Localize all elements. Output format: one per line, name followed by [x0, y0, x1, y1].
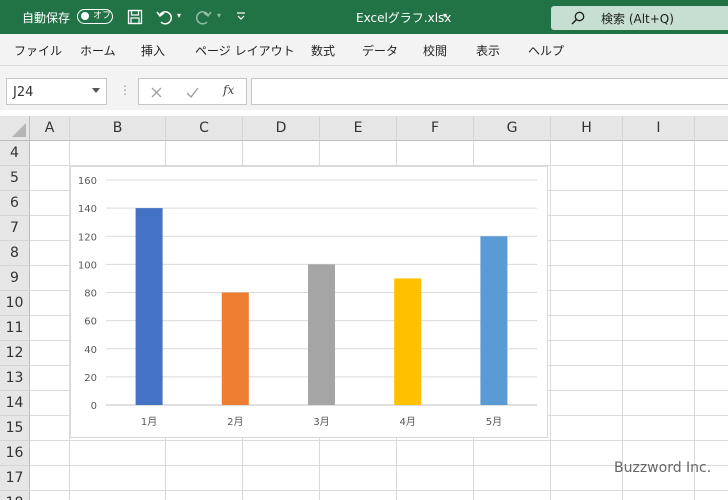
row-header-5[interactable]: 5	[0, 166, 30, 191]
bar-2	[221, 292, 249, 405]
y-tick-label: 120	[78, 232, 97, 243]
y-tick-label: 100	[78, 260, 97, 271]
filename-dropdown-icon[interactable]: ▾	[443, 11, 447, 20]
formula-buttons: fx	[138, 78, 247, 105]
tab-help[interactable]: ヘルプ	[528, 42, 564, 59]
col-header-e[interactable]: E	[320, 116, 397, 141]
name-box-dropdown-icon[interactable]	[92, 88, 100, 93]
title-bar: 自動保存 オフ ▾ ▾ Excelグラフ.xlsx ▾ 検索 (Alt+Q)	[0, 0, 728, 34]
row-header-14[interactable]: 14	[0, 391, 30, 416]
autosave-toggle[interactable]: オフ	[77, 9, 113, 24]
bar-5	[480, 236, 508, 405]
y-tick-label: 40	[84, 345, 97, 356]
select-all-icon	[12, 123, 26, 137]
tab-home[interactable]: ホーム	[80, 42, 116, 59]
col-header-d[interactable]: D	[243, 116, 320, 141]
tab-file[interactable]: ファイル	[14, 42, 62, 59]
row-header-15[interactable]: 15	[0, 416, 30, 441]
name-box-value: J24	[13, 85, 34, 100]
redo-dropdown-icon[interactable]: ▾	[217, 11, 221, 20]
tab-page-layout[interactable]: ページ レイアウト	[195, 42, 295, 59]
search-box[interactable]: 検索 (Alt+Q)	[551, 6, 728, 30]
row-header-6[interactable]: 6	[0, 191, 30, 216]
file-name: Excelグラフ.xlsx	[356, 11, 452, 25]
formula-input[interactable]	[251, 78, 728, 105]
formula-bar: J24 ⋮ fx	[0, 76, 728, 110]
tab-data[interactable]: データ	[362, 42, 398, 59]
row-header-9[interactable]: 9	[0, 266, 30, 291]
row-header-10[interactable]: 10	[0, 291, 30, 316]
gridline	[694, 141, 695, 500]
bar-3	[308, 264, 335, 405]
col-header-f[interactable]: F	[397, 116, 474, 141]
enter-icon[interactable]	[186, 87, 199, 98]
row-header-11[interactable]: 11	[0, 316, 30, 341]
col-header-next[interactable]	[695, 116, 728, 141]
row-header-13[interactable]: 13	[0, 366, 30, 391]
col-header-g[interactable]: G	[474, 116, 551, 141]
tab-review[interactable]: 校閲	[423, 42, 447, 59]
undo-icon[interactable]	[156, 9, 172, 25]
tab-formulas[interactable]: 数式	[311, 42, 335, 59]
cancel-icon[interactable]	[151, 87, 162, 98]
more-options-icon[interactable]: ⋮	[119, 83, 131, 97]
col-header-i[interactable]: I	[623, 116, 695, 141]
tab-view[interactable]: 表示	[476, 42, 500, 59]
y-tick-label: 0	[91, 401, 97, 412]
row-header-4[interactable]: 4	[0, 141, 30, 166]
gridline	[30, 440, 728, 441]
chart-canvas: 0 20 40 60 80 100 120 140 160 1月 2月 3月 4月 5月	[78, 176, 537, 428]
x-tick-label: 2月	[227, 416, 243, 428]
column-chart[interactable]: 0 20 40 60 80 100 120 140 160 1月 2月 3月 4月 5月	[70, 166, 548, 438]
ribbon-tabs: ファイル ホーム 挿入 ページ レイアウト 数式 データ 校閲 表示 ヘルプ	[0, 34, 728, 66]
y-tick-label: 20	[84, 373, 97, 384]
bar-1	[135, 208, 163, 405]
bar-4	[394, 278, 422, 405]
name-box[interactable]: J24	[6, 78, 107, 105]
autosave-state: オフ	[93, 11, 112, 21]
gridline	[30, 490, 728, 491]
col-header-c[interactable]: C	[166, 116, 243, 141]
autosave-label: 自動保存	[22, 11, 71, 25]
row-header-8[interactable]: 8	[0, 241, 30, 266]
col-header-h[interactable]: H	[551, 116, 623, 141]
search-icon	[571, 11, 585, 25]
tab-insert[interactable]: 挿入	[141, 42, 165, 59]
y-tick-label: 140	[78, 204, 97, 215]
col-header-a[interactable]: A	[30, 116, 70, 141]
x-tick-label: 4月	[400, 416, 416, 428]
y-tick-label: 60	[84, 317, 97, 328]
y-tick-label: 160	[78, 176, 97, 187]
select-all-corner[interactable]	[0, 116, 30, 141]
row-header-7[interactable]: 7	[0, 216, 30, 241]
toggle-knob	[81, 12, 89, 20]
row-header-12[interactable]: 12	[0, 341, 30, 366]
row-header-16[interactable]: 16	[0, 441, 30, 466]
x-tick-label: 5月	[486, 416, 502, 428]
watermark: Buzzword Inc.	[614, 460, 712, 476]
save-icon[interactable]	[127, 9, 143, 25]
redo-icon[interactable]	[196, 9, 212, 25]
undo-dropdown-icon[interactable]: ▾	[177, 11, 181, 20]
x-tick-label: 3月	[313, 416, 329, 428]
gridline	[550, 141, 551, 500]
x-tick-label: 1月	[141, 416, 157, 428]
row-header-17[interactable]: 17	[0, 466, 30, 491]
y-tick-label: 80	[84, 289, 97, 300]
search-label: 検索 (Alt+Q)	[601, 12, 674, 26]
gridline	[622, 141, 623, 500]
col-header-b[interactable]: B	[70, 116, 166, 141]
customize-toolbar-icon[interactable]	[236, 11, 246, 21]
row-header-18[interactable]: 18	[0, 491, 30, 500]
insert-function-icon[interactable]: fx	[223, 83, 234, 97]
